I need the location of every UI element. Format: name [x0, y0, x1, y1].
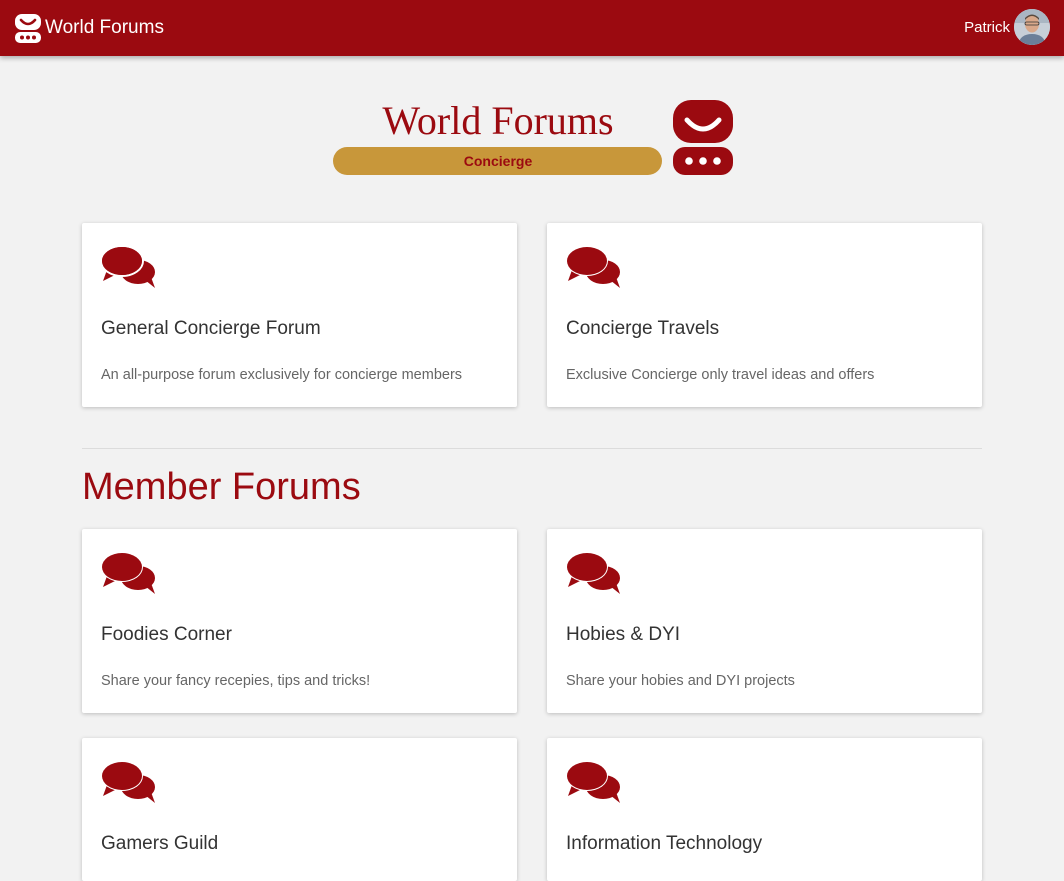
forum-card-gamers-guild[interactable]: Gamers Guild [82, 738, 517, 881]
forum-title[interactable]: Concierge Travels [566, 318, 719, 340]
forum-card-general-concierge[interactable]: General Concierge Forum An all-purpose f… [82, 223, 517, 407]
forum-card-hobies-dyi[interactable]: Hobies & DYI Share your hobies and DYI p… [547, 529, 982, 713]
logo-subtitle: Concierge [464, 153, 533, 169]
forum-title[interactable]: Gamers Guild [101, 833, 218, 855]
forum-card-foodies-corner[interactable]: Foodies Corner Share your fancy recepies… [82, 529, 517, 713]
user-name: Patrick [964, 18, 1010, 36]
comments-icon [566, 246, 620, 288]
logo-title: World Forums [382, 98, 613, 143]
comments-icon [566, 552, 620, 594]
robot-logo-icon [15, 14, 41, 43]
forum-description: Share your fancy recepies, tips and tric… [101, 673, 371, 689]
comments-icon [566, 761, 620, 803]
brand-link[interactable]: World Forums [14, 12, 164, 44]
section-divider [82, 448, 982, 449]
brand-label: World Forums [45, 17, 164, 38]
forum-card-concierge-travels[interactable]: Concierge Travels Exclusive Concierge on… [547, 223, 982, 407]
forum-description: Share your hobies and DYI projects [566, 673, 795, 689]
comments-icon [101, 245, 155, 288]
comments-icon [101, 552, 155, 594]
forum-card-information-technology[interactable]: Information Technology [547, 738, 982, 881]
user-menu[interactable]: Patrick [964, 9, 1050, 45]
member-forums-heading: Member Forums [82, 466, 361, 508]
forum-title[interactable]: General Concierge Forum [101, 318, 321, 340]
forum-title[interactable]: Hobies & DYI [566, 624, 680, 646]
user-photo-icon [1014, 9, 1050, 45]
avatar[interactable] [1014, 9, 1050, 45]
forum-title[interactable]: Foodies Corner [101, 624, 232, 646]
forum-description: Exclusive Concierge only travel ideas an… [566, 367, 875, 383]
forum-description: An all-purpose forum exclusively for con… [101, 367, 463, 383]
forum-title[interactable]: Information Technology [566, 833, 762, 855]
top-navbar: World Forums Patrick [0, 0, 1064, 56]
comments-icon [101, 761, 155, 803]
world-forums-concierge-logo: World Forums Concierge [333, 98, 733, 175]
